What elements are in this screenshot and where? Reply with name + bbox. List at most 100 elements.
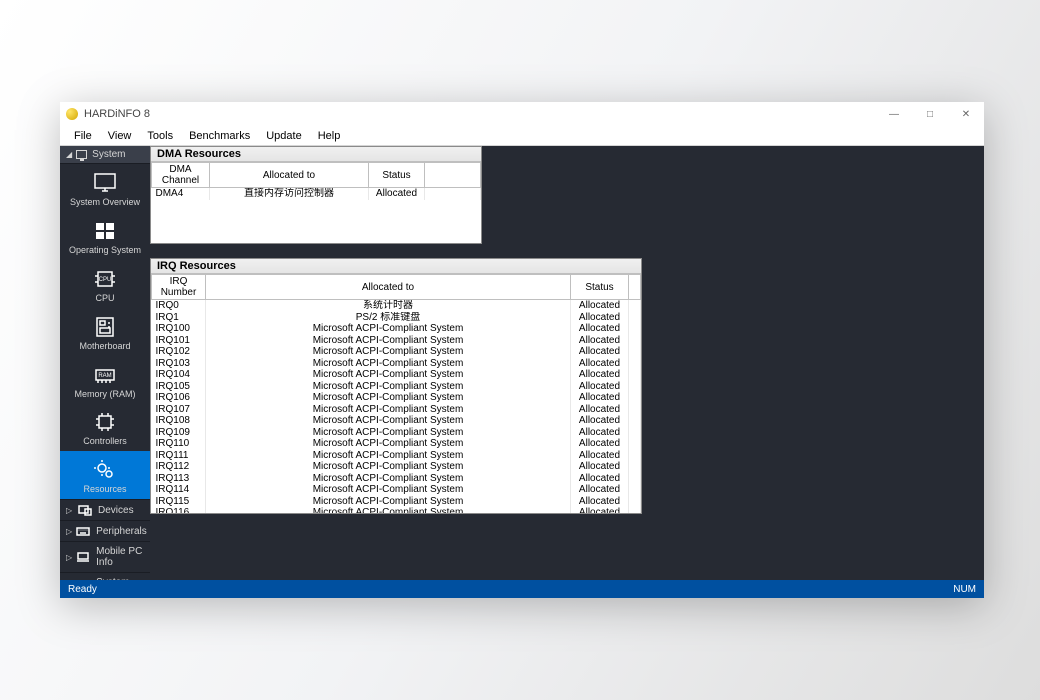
column-header[interactable]: Status <box>369 163 425 188</box>
table-row[interactable]: IRQ112Microsoft ACPI-Compliant SystemAll… <box>152 461 641 473</box>
table-cell: Allocated <box>571 438 629 450</box>
laptop-icon <box>76 551 90 563</box>
column-header[interactable]: DMA Channel <box>152 163 210 188</box>
table-cell: Allocated <box>571 415 629 427</box>
sidebar-item-system-overview[interactable]: System Overview <box>60 164 150 212</box>
table-row[interactable]: IRQ115Microsoft ACPI-Compliant SystemAll… <box>152 496 641 508</box>
table-row[interactable]: IRQ110Microsoft ACPI-Compliant SystemAll… <box>152 438 641 450</box>
sidebar-item-motherboard[interactable]: Motherboard <box>60 308 150 356</box>
menu-help[interactable]: Help <box>310 128 349 144</box>
table-row[interactable]: IRQ100Microsoft ACPI-Compliant SystemAll… <box>152 323 641 335</box>
table-cell: IRQ105 <box>152 381 206 393</box>
sidebar-header-system[interactable]: ◢ System <box>60 146 150 164</box>
table-row[interactable]: IRQ1PS/2 标准键盘Allocated <box>152 312 641 324</box>
table-row[interactable]: IRQ113Microsoft ACPI-Compliant SystemAll… <box>152 473 641 485</box>
window-controls: — □ ✕ <box>876 102 984 126</box>
table-cell <box>629 415 641 427</box>
table-cell: IRQ110 <box>152 438 206 450</box>
maximize-button[interactable]: □ <box>912 102 948 126</box>
table-dma[interactable]: DMA ChannelAllocated toStatusDMA4直接内存访问控… <box>151 162 481 200</box>
table-cell: Allocated <box>571 381 629 393</box>
sidebar-item-cpu[interactable]: CPU CPU <box>60 260 150 308</box>
sidebar-item-operating-system[interactable]: Operating System <box>60 212 150 260</box>
table-cell: Allocated <box>571 335 629 347</box>
status-right: NUM <box>953 584 976 595</box>
table-cell <box>629 473 641 485</box>
chevron-right-icon: ▷ <box>66 506 74 515</box>
gears-icon <box>91 457 119 483</box>
table-cell: Microsoft ACPI-Compliant System <box>206 450 571 462</box>
table-cell: Microsoft ACPI-Compliant System <box>206 415 571 427</box>
column-header[interactable] <box>629 275 641 300</box>
table-cell <box>629 450 641 462</box>
status-left: Ready <box>68 584 97 595</box>
table-cell: IRQ113 <box>152 473 206 485</box>
table-row[interactable]: IRQ108Microsoft ACPI-Compliant SystemAll… <box>152 415 641 427</box>
table-row[interactable]: DMA4直接内存访问控制器Allocated <box>152 188 481 200</box>
table-cell: Allocated <box>571 346 629 358</box>
column-header[interactable]: IRQ Number <box>152 275 206 300</box>
window-title: HARDiNFO 8 <box>84 108 150 120</box>
chevron-down-icon: ◢ <box>66 150 72 159</box>
menu-tools[interactable]: Tools <box>139 128 181 144</box>
sidebar: ◢ System System Overview Operating System… <box>60 146 150 580</box>
table-row[interactable]: IRQ103Microsoft ACPI-Compliant SystemAll… <box>152 358 641 370</box>
close-button[interactable]: ✕ <box>948 102 984 126</box>
column-header[interactable] <box>425 163 481 188</box>
minimize-button[interactable]: — <box>876 102 912 126</box>
sidebar-item-label: CPU <box>95 294 114 304</box>
sidebar-section-peripherals[interactable]: ▷ Peripherals <box>60 520 150 541</box>
table-cell: Microsoft ACPI-Compliant System <box>206 496 571 508</box>
table-cell: Microsoft ACPI-Compliant System <box>206 461 571 473</box>
table-row[interactable]: IRQ116Microsoft ACPI-Compliant SystemAll… <box>152 507 641 513</box>
table-cell: Microsoft ACPI-Compliant System <box>206 404 571 416</box>
column-header[interactable]: Status <box>571 275 629 300</box>
titlebar[interactable]: HARDiNFO 8 — □ ✕ <box>60 102 984 126</box>
table-row[interactable]: IRQ114Microsoft ACPI-Compliant SystemAll… <box>152 484 641 496</box>
table-row[interactable]: IRQ0系统计时器Allocated <box>152 300 641 312</box>
table-row[interactable]: IRQ104Microsoft ACPI-Compliant SystemAll… <box>152 369 641 381</box>
table-cell: Allocated <box>571 450 629 462</box>
sidebar-item-label: Controllers <box>83 437 127 447</box>
sidebar-section-mobile-pc-info[interactable]: ▷Mobile PC Info <box>60 541 150 572</box>
sidebar-item-memory[interactable]: RAMMemory (RAM) <box>60 356 150 404</box>
table-row[interactable]: IRQ111Microsoft ACPI-Compliant SystemAll… <box>152 450 641 462</box>
table-cell <box>629 323 641 335</box>
sidebar-item-resources[interactable]: Resources <box>60 451 150 499</box>
table-irq[interactable]: IRQ NumberAllocated toStatusIRQ0系统计时器All… <box>151 274 641 513</box>
table-cell: Microsoft ACPI-Compliant System <box>206 358 571 370</box>
chevron-right-icon: ▷ <box>66 527 72 536</box>
devices-icon <box>78 504 92 516</box>
sidebar-section-label: Peripherals <box>96 526 147 537</box>
statusbar: Ready NUM <box>60 580 984 598</box>
ram-icon: RAM <box>91 362 119 388</box>
table-cell <box>629 438 641 450</box>
svg-text:CPU: CPU <box>99 277 112 283</box>
table-cell <box>425 188 481 200</box>
table-cell: IRQ108 <box>152 415 206 427</box>
column-header[interactable]: Allocated to <box>206 275 571 300</box>
table-cell <box>629 300 641 312</box>
table-cell: IRQ104 <box>152 369 206 381</box>
table-row[interactable]: IRQ101Microsoft ACPI-Compliant SystemAll… <box>152 335 641 347</box>
table-cell: IRQ109 <box>152 427 206 439</box>
panel-title-irq: IRQ Resources <box>151 259 641 274</box>
menu-benchmarks[interactable]: Benchmarks <box>181 128 258 144</box>
sidebar-section-system-monitor[interactable]: ▷System Monitor <box>60 572 150 580</box>
table-row[interactable]: IRQ106Microsoft ACPI-Compliant SystemAll… <box>152 392 641 404</box>
monitor-icon <box>76 150 87 159</box>
table-row[interactable]: IRQ105Microsoft ACPI-Compliant SystemAll… <box>152 381 641 393</box>
table-cell: Microsoft ACPI-Compliant System <box>206 323 571 335</box>
column-header[interactable]: Allocated to <box>210 163 369 188</box>
table-row[interactable]: IRQ102Microsoft ACPI-Compliant SystemAll… <box>152 346 641 358</box>
menu-update[interactable]: Update <box>258 128 309 144</box>
table-row[interactable]: IRQ107Microsoft ACPI-Compliant SystemAll… <box>152 404 641 416</box>
sidebar-header-label: System <box>92 149 125 160</box>
sidebar-section-devices[interactable]: ▷Devices <box>60 499 150 520</box>
table-row[interactable]: IRQ109Microsoft ACPI-Compliant SystemAll… <box>152 427 641 439</box>
sidebar-item-controllers[interactable]: Controllers <box>60 403 150 451</box>
menu-view[interactable]: View <box>100 128 140 144</box>
sidebar-item-label: System Overview <box>70 198 140 208</box>
sidebar-section-label: Mobile PC Info <box>96 546 144 568</box>
menu-file[interactable]: File <box>66 128 100 144</box>
